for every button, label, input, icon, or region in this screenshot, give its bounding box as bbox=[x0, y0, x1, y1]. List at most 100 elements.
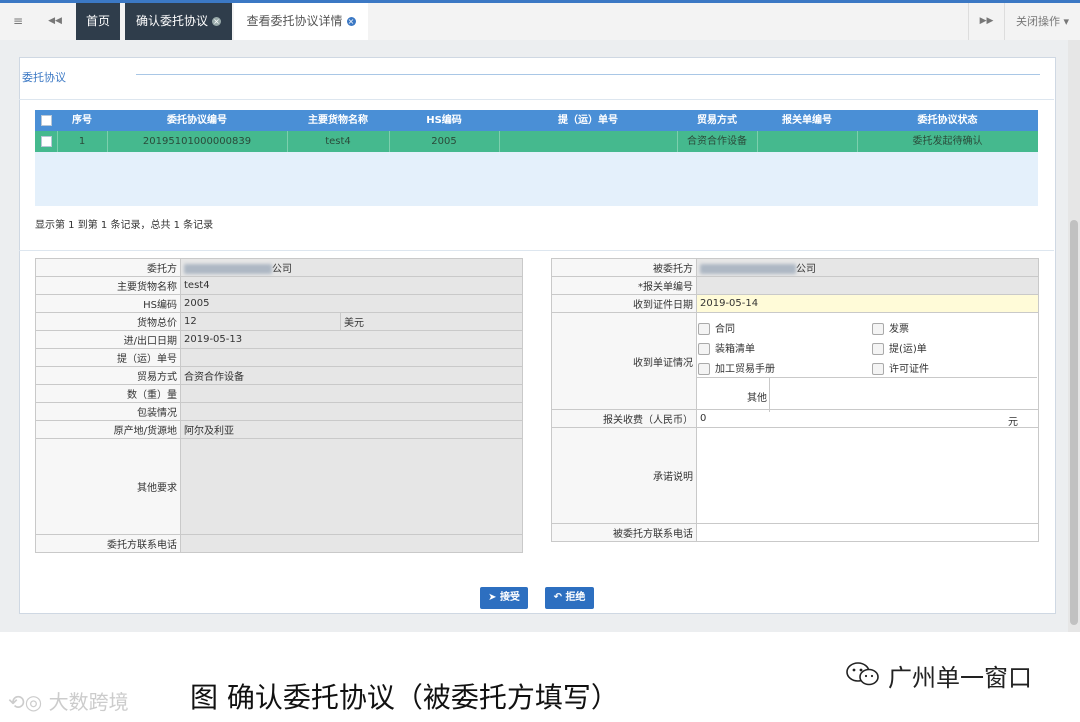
client-value-text: 公司 bbox=[272, 264, 292, 275]
figure-caption: 图 确认委托协议（被委托方填写） bbox=[190, 681, 619, 714]
cell-decl bbox=[757, 131, 858, 152]
col-header-status: 委托协议状态 bbox=[917, 115, 978, 126]
promise-label: 承诺说明 bbox=[551, 427, 697, 524]
goods-label: 主要货物名称 bbox=[35, 276, 181, 295]
tab-confirm-agreement[interactable]: 确认委托协议 × bbox=[125, 3, 232, 40]
scrollbar-thumb[interactable] bbox=[1070, 220, 1078, 625]
close-operations-dropdown[interactable]: 关闭操作 ▾ bbox=[1005, 3, 1080, 40]
col-header-no: 序号 bbox=[72, 115, 92, 126]
checkbox-icon[interactable] bbox=[872, 323, 884, 335]
agent-phone-label: 被委托方联系电话 bbox=[551, 523, 697, 542]
cell-bl bbox=[499, 131, 678, 152]
fee-label: 报关收费（人民币） bbox=[551, 409, 697, 428]
client-value: 公司 bbox=[180, 258, 523, 277]
col-header-bl: 提（运）单号 bbox=[558, 115, 618, 126]
qty-value bbox=[180, 384, 523, 403]
checkbox-icon[interactable] bbox=[872, 343, 884, 355]
checkbox-icon[interactable] bbox=[872, 363, 884, 375]
checkbox-invoice[interactable]: 发票 bbox=[872, 320, 909, 335]
divider bbox=[1004, 3, 1005, 40]
client-phone-value bbox=[180, 534, 523, 553]
tab-bar: ≡ ◀◀ 首页 确认委托协议 × 查看委托协议详情 × ▶▶ 关闭操作 ▾ bbox=[0, 3, 1080, 41]
reject-button[interactable]: ↶ 拒绝 bbox=[545, 587, 594, 609]
select-all-checkbox[interactable] bbox=[35, 110, 57, 131]
panel-title-rule bbox=[136, 74, 1040, 75]
checkbox-icon[interactable] bbox=[698, 343, 710, 355]
divider bbox=[19, 250, 1054, 251]
other-req-label: 其他要求 bbox=[35, 438, 181, 535]
client-phone-label: 委托方联系电话 bbox=[35, 534, 181, 553]
panel-title: 委托协议 bbox=[22, 71, 66, 84]
bl-value bbox=[180, 348, 523, 367]
row-checkbox[interactable] bbox=[35, 131, 58, 152]
close-tab-icon[interactable]: × bbox=[212, 17, 221, 26]
checkbox-bl-label: 提(运)单 bbox=[889, 344, 927, 355]
currency-value: 美元 bbox=[340, 312, 523, 331]
tab-home-label: 首页 bbox=[85, 14, 110, 28]
scroll-right-icon[interactable]: ▶▶ bbox=[969, 3, 1004, 40]
redacted-name bbox=[700, 264, 796, 274]
cell-goods: test4 bbox=[287, 131, 390, 152]
pack-value bbox=[180, 402, 523, 421]
divider bbox=[19, 99, 1054, 100]
pagination-info: 显示第 1 到第 1 条记录，总共 1 条记录 bbox=[35, 220, 214, 231]
total-price-value: 12 bbox=[180, 312, 341, 331]
agent-value-text: 公司 bbox=[796, 264, 816, 275]
decl-no-input[interactable] bbox=[696, 276, 1039, 295]
other-req-value bbox=[180, 438, 523, 535]
cell-status: 委托发起待确认 bbox=[912, 136, 983, 147]
reply-icon: ↶ bbox=[553, 592, 562, 603]
checkbox-handbook-label: 加工贸易手册 bbox=[715, 364, 775, 375]
checkbox-packing[interactable]: 装箱清单 bbox=[698, 340, 755, 355]
client-info-form: 委托方 公司 主要货物名称 test4 HS编码 2005 货物总价 12 美元… bbox=[35, 258, 523, 553]
checkbox-contract[interactable]: 合同 bbox=[698, 320, 735, 335]
decl-no-label: *报关单编号 bbox=[551, 276, 697, 295]
send-icon: ➤ bbox=[488, 592, 497, 603]
menu-icon[interactable]: ≡ bbox=[0, 3, 36, 40]
pack-label: 包装情况 bbox=[35, 402, 181, 421]
origin-label: 原产地/货源地 bbox=[35, 420, 181, 439]
agent-phone-input[interactable] bbox=[696, 523, 1039, 542]
checkbox-handbook[interactable]: 加工贸易手册 bbox=[698, 360, 775, 375]
accept-button[interactable]: ➤ 接受 bbox=[480, 587, 528, 609]
checkbox-icon[interactable] bbox=[698, 363, 710, 375]
fee-unit: 元 bbox=[1008, 417, 1018, 428]
origin-value: 阿尔及利亚 bbox=[180, 420, 523, 439]
recv-date-input[interactable]: 2019-05-14 bbox=[696, 294, 1039, 313]
checkbox-license-label: 许可证件 bbox=[889, 364, 929, 375]
watermark-text: 广州单一窗口 bbox=[888, 664, 1032, 692]
promise-textarea[interactable] bbox=[696, 427, 1039, 524]
col-header-decl: 报关单编号 bbox=[782, 115, 832, 126]
col-header-goods: 主要货物名称 bbox=[308, 115, 368, 126]
tab-agreement-detail[interactable]: 查看委托协议详情 × bbox=[234, 3, 368, 40]
table-row[interactable]: 1 20195101000000839 test4 2005 合资合作设备 委托… bbox=[35, 131, 1038, 152]
checkbox-license[interactable]: 许可证件 bbox=[872, 360, 929, 375]
cell-trade: 合资合作设备 bbox=[677, 131, 758, 152]
goods-value: test4 bbox=[180, 276, 523, 295]
cell-agreement-no: 20195101000000839 bbox=[107, 131, 288, 152]
col-header-trade: 贸易方式 bbox=[697, 115, 737, 126]
tab-confirm-label: 确认委托协议 bbox=[135, 14, 208, 28]
divider bbox=[968, 3, 969, 40]
qty-label: 数（重）量 bbox=[35, 384, 181, 403]
checkbox-packing-label: 装箱清单 bbox=[715, 344, 755, 355]
scroll-left-icon[interactable]: ◀◀ bbox=[36, 3, 74, 40]
checkbox-icon[interactable] bbox=[698, 323, 710, 335]
logo-text: 大数跨境 bbox=[48, 690, 129, 714]
redacted-name bbox=[184, 264, 272, 274]
agent-value: 公司 bbox=[696, 258, 1039, 277]
tab-detail-label: 查看委托协议详情 bbox=[246, 14, 343, 28]
checkbox-contract-label: 合同 bbox=[715, 324, 735, 335]
client-label: 委托方 bbox=[35, 258, 181, 277]
recv-date-label: 收到证件日期 bbox=[551, 294, 697, 313]
close-tab-icon[interactable]: × bbox=[346, 17, 356, 26]
tab-home[interactable]: 首页 bbox=[76, 3, 120, 40]
hs-value: 2005 bbox=[180, 294, 523, 313]
trade-value: 合资合作设备 bbox=[180, 366, 523, 385]
checkbox-invoice-label: 发票 bbox=[889, 324, 909, 335]
checkbox-bl[interactable]: 提(运)单 bbox=[872, 340, 927, 355]
reject-button-label: 拒绝 bbox=[565, 592, 586, 603]
logo-watermark: ⟲◎ 大数跨境 bbox=[8, 686, 129, 715]
total-price-label: 货物总价 bbox=[35, 312, 181, 331]
col-header-hs: HS编码 bbox=[426, 115, 462, 126]
